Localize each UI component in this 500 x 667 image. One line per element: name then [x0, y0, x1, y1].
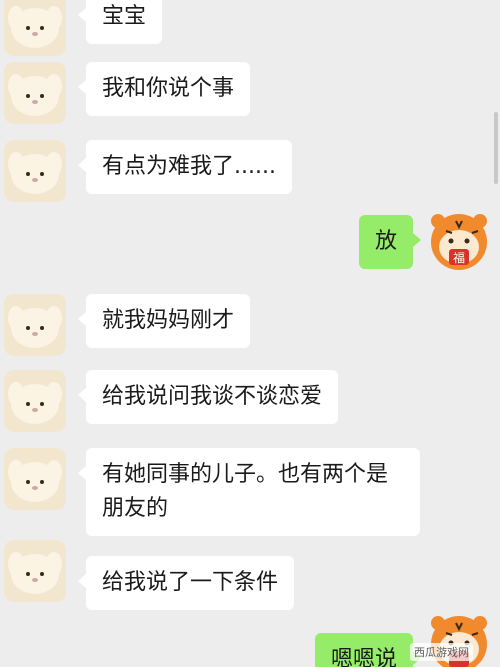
message-bubble[interactable]: 放: [358, 215, 422, 269]
contact-avatar[interactable]: [4, 370, 66, 432]
puppy-sticker-icon: [4, 540, 66, 602]
contact-avatar[interactable]: [4, 140, 66, 202]
message-bubble[interactable]: 就我妈妈刚才: [77, 294, 251, 348]
message-bubble[interactable]: 给我说了一下条件: [77, 556, 295, 610]
puppy-sticker-icon: [4, 448, 66, 510]
puppy-sticker-icon: [4, 62, 66, 124]
puppy-sticker-icon: [4, 370, 66, 432]
tiger-avatar-icon: 福: [428, 211, 490, 273]
puppy-sticker-icon: [4, 294, 66, 356]
puppy-sticker-icon: [4, 0, 66, 56]
fu-character: 福: [453, 250, 465, 265]
message-bubble[interactable]: 宝宝: [77, 0, 163, 44]
message-bubble[interactable]: 给我说问我谈不谈恋爱: [77, 370, 339, 424]
puppy-sticker-icon: [4, 140, 66, 202]
message-bubble[interactable]: 有她同事的儿子。也有两个是朋友的: [78, 448, 420, 536]
contact-avatar[interactable]: [4, 540, 66, 602]
contact-avatar[interactable]: [4, 62, 66, 124]
contact-avatar[interactable]: [4, 0, 66, 56]
watermark: 西瓜游戏网: [410, 643, 473, 661]
chat-window: 宝宝 我和你说个事 有点为难我了...... 放 福 就我妈妈刚才 给我说问我谈…: [0, 0, 500, 667]
message-bubble[interactable]: 有点为难我了......: [78, 140, 292, 194]
scrollbar[interactable]: [494, 112, 498, 184]
contact-avatar[interactable]: [4, 448, 66, 510]
contact-avatar[interactable]: [4, 294, 66, 356]
self-avatar[interactable]: 福: [428, 211, 490, 273]
message-bubble[interactable]: 我和你说个事: [77, 62, 251, 116]
message-bubble[interactable]: 嗯嗯说: [314, 633, 422, 667]
